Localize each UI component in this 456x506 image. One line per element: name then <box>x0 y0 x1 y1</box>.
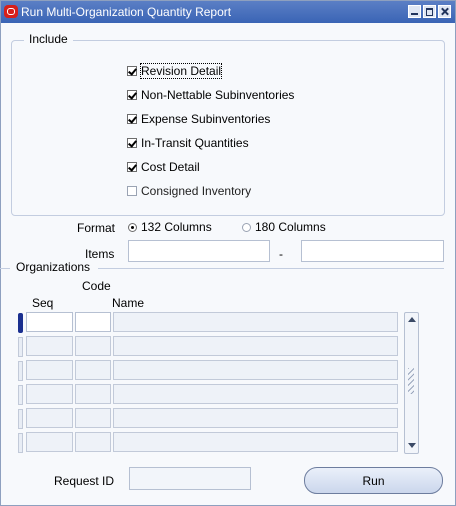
name-column-header: Name <box>112 296 145 310</box>
run-button-label: Run <box>362 473 385 488</box>
format-label: Format <box>77 221 116 235</box>
code-cell[interactable] <box>75 384 111 404</box>
checkbox-label: Cost Detail <box>141 160 200 174</box>
row-indicator[interactable] <box>18 409 23 429</box>
items-from-field[interactable] <box>128 240 270 262</box>
code-cell[interactable] <box>75 360 111 380</box>
revision-detail-checkbox[interactable]: Revision Detail <box>127 63 223 79</box>
seq-cell[interactable] <box>26 432 73 452</box>
items-label: Items <box>85 247 115 261</box>
window-title: Run Multi-Organization Quantity Report <box>21 5 232 19</box>
scroll-up-icon[interactable] <box>405 313 418 327</box>
checkbox-box[interactable] <box>127 66 137 76</box>
oracle-logo-icon <box>4 5 18 18</box>
organizations-scrollbar[interactable] <box>404 312 419 454</box>
name-cell[interactable] <box>113 432 398 452</box>
checkbox-box[interactable] <box>127 90 137 100</box>
row-indicator[interactable] <box>18 385 23 405</box>
name-cell[interactable] <box>113 408 398 428</box>
code-column-header: Code <box>82 279 111 293</box>
items-range-separator: - <box>279 247 283 261</box>
seq-cell[interactable] <box>26 312 73 332</box>
row-indicator[interactable] <box>18 337 23 357</box>
format-132-label[interactable]: 132 Columns <box>141 220 212 234</box>
checkbox-label: In-Transit Quantities <box>141 136 249 150</box>
non-nettable-subinventories-checkbox[interactable]: Non-Nettable Subinventories <box>127 87 294 103</box>
in-transit-quantities-checkbox[interactable]: In-Transit Quantities <box>127 135 249 151</box>
organizations-label: Organizations <box>16 260 91 274</box>
include-label: Include <box>24 32 73 46</box>
checkbox-box[interactable] <box>127 114 137 124</box>
seq-column-header: Seq <box>32 296 54 310</box>
name-cell[interactable] <box>113 384 398 404</box>
row-indicator[interactable] <box>18 361 23 381</box>
checkbox-label: Revision Detail <box>139 63 223 79</box>
seq-cell[interactable] <box>26 384 73 404</box>
seq-cell[interactable] <box>26 408 73 428</box>
request-id-label: Request ID <box>54 474 115 488</box>
consigned-inventory-checkbox[interactable]: Consigned Inventory <box>127 183 251 199</box>
expense-subinventories-checkbox[interactable]: Expense Subinventories <box>127 111 270 127</box>
run-button[interactable]: Run <box>304 467 443 494</box>
minimize-icon[interactable] <box>408 5 421 18</box>
maximize-icon[interactable] <box>423 5 436 18</box>
request-id-field <box>129 467 251 490</box>
format-180-radio[interactable] <box>242 223 251 232</box>
organizations-divider-left <box>0 268 10 269</box>
scroll-thumb-grip[interactable] <box>408 368 414 394</box>
scroll-down-icon[interactable] <box>405 439 418 453</box>
checkbox-label: Expense Subinventories <box>141 112 271 126</box>
checkbox-box[interactable] <box>127 186 137 196</box>
checkbox-label: Non-Nettable Subinventories <box>141 88 295 102</box>
title-bar[interactable]: Run Multi-Organization Quantity Report <box>1 1 455 23</box>
row-indicator[interactable] <box>18 433 23 453</box>
code-cell[interactable] <box>75 408 111 428</box>
items-to-field[interactable] <box>301 240 444 262</box>
name-cell[interactable] <box>113 360 398 380</box>
organizations-divider <box>98 268 444 269</box>
code-cell[interactable] <box>75 336 111 356</box>
code-cell[interactable] <box>75 312 111 332</box>
name-cell[interactable] <box>113 312 398 332</box>
checkbox-label: Consigned Inventory <box>141 184 252 198</box>
format-180-label[interactable]: 180 Columns <box>255 220 326 234</box>
close-icon[interactable] <box>438 5 451 18</box>
cost-detail-checkbox[interactable]: Cost Detail <box>127 159 200 175</box>
row-indicator-current[interactable] <box>18 313 23 333</box>
format-132-radio[interactable] <box>128 223 137 232</box>
checkbox-box[interactable] <box>127 162 137 172</box>
checkbox-box[interactable] <box>127 138 137 148</box>
seq-cell[interactable] <box>26 336 73 356</box>
name-cell[interactable] <box>113 336 398 356</box>
seq-cell[interactable] <box>26 360 73 380</box>
code-cell[interactable] <box>75 432 111 452</box>
